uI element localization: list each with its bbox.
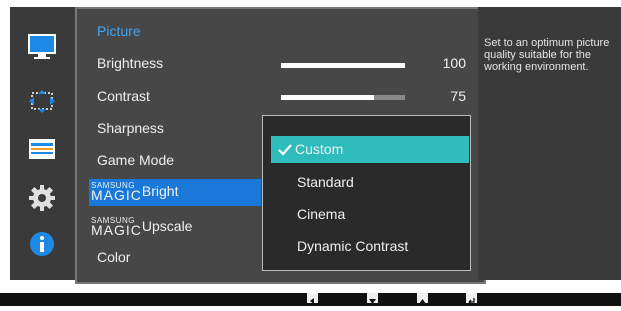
dropdown-option-cinema[interactable]: Cinema: [273, 201, 469, 228]
brightness-slider[interactable]: [281, 63, 405, 68]
menu-item-game-mode[interactable]: Game Mode: [97, 152, 174, 168]
magic-bright-label: Bright: [141, 183, 179, 199]
left-arrow-icon[interactable]: [307, 293, 318, 304]
menu-title: Picture: [97, 23, 141, 39]
navigation-bar: [0, 293, 621, 306]
menu-item-color[interactable]: Color: [97, 249, 130, 265]
resize-icon[interactable]: [27, 87, 57, 117]
dropdown-option-label: Custom: [295, 141, 344, 157]
menu-item-brightness[interactable]: Brightness: [97, 55, 163, 71]
brightness-value: 100: [442, 55, 466, 71]
magic-bright-dropdown: Custom Standard Cinema Dynamic Contrast: [262, 115, 471, 271]
dropdown-option-label: Standard: [297, 174, 354, 190]
settings-panel-icon[interactable]: [27, 134, 57, 164]
menu-item-sharpness[interactable]: Sharpness: [97, 120, 164, 136]
contrast-slider[interactable]: [281, 95, 405, 100]
down-arrow-icon[interactable]: [367, 293, 378, 304]
brightness-slider-fill: [281, 63, 405, 68]
menu-item-magic-upscale[interactable]: SAMSUNG MAGIC Upscale: [91, 216, 193, 238]
dropdown-option-standard[interactable]: Standard: [273, 169, 469, 196]
magic-logo: SAMSUNG MAGIC: [91, 181, 142, 203]
contrast-slider-fill: [281, 95, 374, 100]
dropdown-option-label: Dynamic Contrast: [297, 238, 409, 254]
info-icon[interactable]: [27, 229, 57, 259]
magic-upscale-label: Upscale: [141, 218, 193, 234]
magic-logo: SAMSUNG MAGIC: [91, 216, 142, 238]
menu-item-magic-bright[interactable]: SAMSUNG MAGIC Bright: [91, 181, 179, 203]
enter-icon[interactable]: [466, 293, 477, 305]
magic-wordmark: MAGIC: [91, 222, 142, 238]
magic-wordmark: MAGIC: [91, 187, 142, 203]
help-text: Set to an optimum picture quality suitab…: [484, 37, 610, 73]
menu-item-contrast[interactable]: Contrast: [97, 88, 150, 104]
checkmark-icon: [277, 136, 293, 172]
dropdown-option-label: Cinema: [297, 206, 346, 222]
contrast-value: 75: [450, 88, 466, 104]
gear-icon[interactable]: [27, 183, 57, 213]
up-arrow-icon[interactable]: [417, 293, 428, 304]
dropdown-option-dynamic-contrast[interactable]: Dynamic Contrast: [273, 233, 469, 260]
help-panel: Set to an optimum picture quality suitab…: [478, 7, 621, 280]
monitor-icon[interactable]: [27, 32, 57, 62]
sidebar: [10, 7, 74, 280]
dropdown-option-custom[interactable]: Custom: [271, 136, 469, 163]
